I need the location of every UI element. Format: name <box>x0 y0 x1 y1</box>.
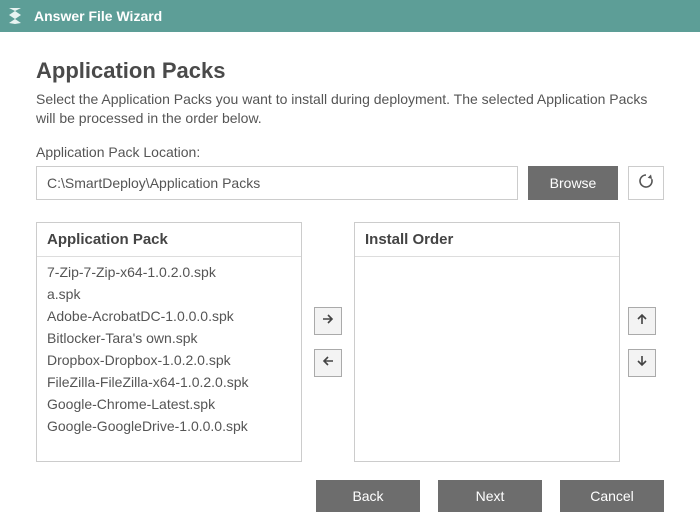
refresh-button[interactable] <box>628 166 664 200</box>
page-description: Select the Application Packs you want to… <box>36 90 664 128</box>
available-list[interactable]: 7-Zip-7-Zip-x64-1.0.2.0.spka.spkAdobe-Ac… <box>37 257 301 461</box>
available-list-panel: Application Pack 7-Zip-7-Zip-x64-1.0.2.0… <box>36 222 302 462</box>
arrow-left-icon <box>321 354 335 371</box>
add-button[interactable] <box>314 307 342 335</box>
content-area: Application Packs Select the Application… <box>0 32 700 462</box>
list-item[interactable]: Dropbox-Dropbox-1.0.2.0.spk <box>37 349 301 371</box>
back-button[interactable]: Back <box>316 480 420 512</box>
titlebar: Answer File Wizard <box>0 0 700 32</box>
arrow-down-icon <box>635 354 649 371</box>
list-item[interactable]: FileZilla-FileZilla-x64-1.0.2.0.spk <box>37 371 301 393</box>
location-input[interactable] <box>36 166 518 200</box>
list-item[interactable]: Adobe-AcrobatDC-1.0.0.0.spk <box>37 305 301 327</box>
list-item[interactable]: 7-Zip-7-Zip-x64-1.0.2.0.spk <box>37 261 301 283</box>
transfer-column <box>302 222 354 462</box>
selected-list[interactable] <box>355 257 619 461</box>
available-list-header: Application Pack <box>37 223 301 257</box>
arrow-right-icon <box>321 312 335 329</box>
app-logo-icon <box>6 7 24 25</box>
list-item[interactable]: Google-Chrome-Latest.spk <box>37 393 301 415</box>
list-item[interactable]: Google-GoogleDrive-1.0.0.0.spk <box>37 415 301 437</box>
footer-buttons: Back Next Cancel <box>316 480 664 512</box>
window-title: Answer File Wizard <box>34 8 162 24</box>
selected-list-header: Install Order <box>355 223 619 257</box>
location-row: Browse <box>36 166 664 200</box>
move-up-button[interactable] <box>628 307 656 335</box>
next-button[interactable]: Next <box>438 480 542 512</box>
remove-button[interactable] <box>314 349 342 377</box>
move-down-button[interactable] <box>628 349 656 377</box>
lists-area: Application Pack 7-Zip-7-Zip-x64-1.0.2.0… <box>36 222 664 462</box>
page-title: Application Packs <box>36 58 664 84</box>
selected-list-panel: Install Order <box>354 222 620 462</box>
list-item[interactable]: a.spk <box>37 283 301 305</box>
cancel-button[interactable]: Cancel <box>560 480 664 512</box>
location-label: Application Pack Location: <box>36 144 664 160</box>
reorder-column <box>620 222 664 462</box>
browse-button[interactable]: Browse <box>528 166 618 200</box>
refresh-icon <box>637 172 655 193</box>
arrow-up-icon <box>635 312 649 329</box>
list-item[interactable]: Bitlocker-Tara's own.spk <box>37 327 301 349</box>
